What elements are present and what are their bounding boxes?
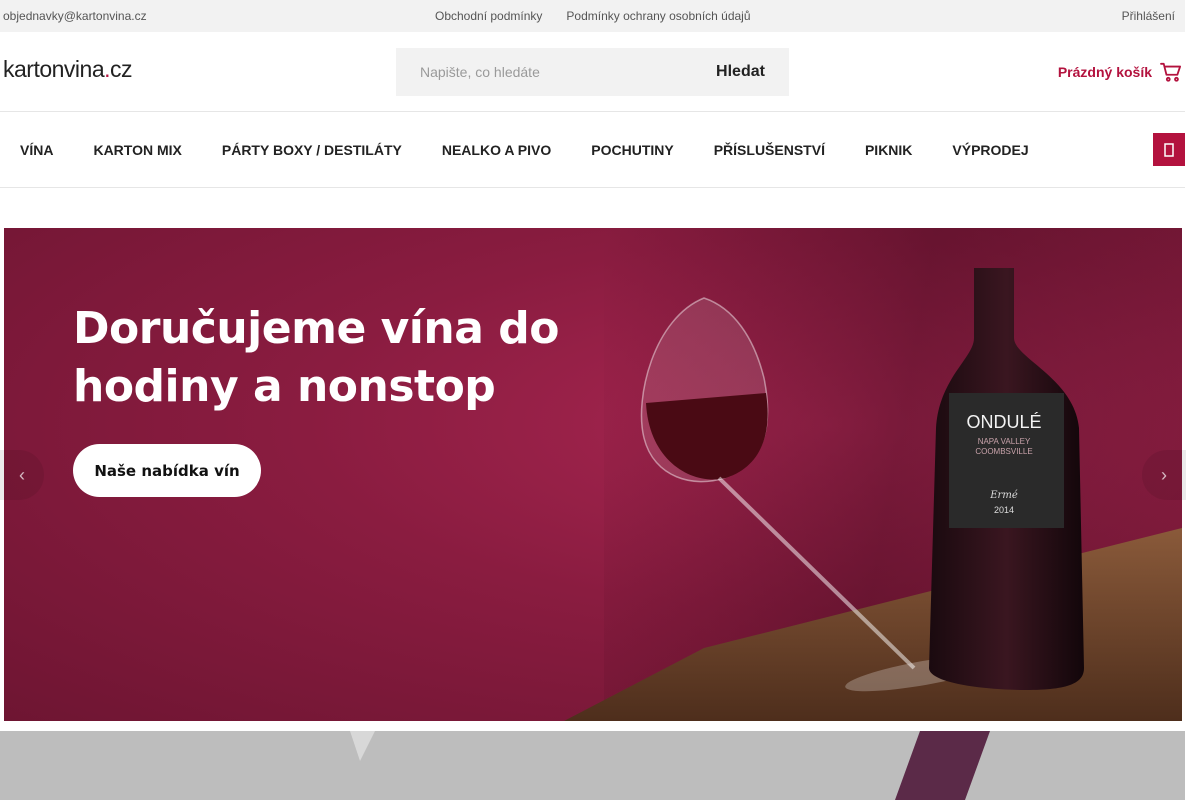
- nav-item-karton-mix[interactable]: KARTON MIX: [93, 142, 181, 158]
- menu-button[interactable]: [1153, 133, 1185, 166]
- search-box: Hledat: [396, 48, 789, 96]
- terms-link[interactable]: Obchodní podmínky: [435, 9, 542, 23]
- bottle-signature: Ermé: [989, 490, 1018, 501]
- cart-label: Prázdný košík: [1057, 64, 1152, 80]
- carousel-next-button[interactable]: ›: [1142, 450, 1186, 500]
- nav-item-piknik[interactable]: PIKNIK: [865, 142, 912, 158]
- nav-item-nealko-pivo[interactable]: NEALKO A PIVO: [442, 142, 551, 158]
- wine-bottle: ONDULÉ NAPA VALLEY COOMBSVILLE Ermé 2014: [929, 268, 1084, 690]
- top-links: Obchodní podmínky Podmínky ochrany osobn…: [435, 9, 751, 23]
- chevron-left-icon: ‹: [19, 464, 25, 485]
- hero-headline: Doručujeme vína do hodiny a nonstop: [73, 303, 559, 412]
- bottle-year: 2014: [994, 505, 1014, 515]
- bottle-region-1: NAPA VALLEY: [978, 437, 1031, 446]
- wooden-table: [564, 528, 1182, 721]
- site-logo[interactable]: kartonvina.cz: [3, 56, 133, 83]
- main-nav: VÍNA KARTON MIX PÁRTY BOXY / DESTILÁTY N…: [0, 113, 1185, 188]
- nav-item-pochutiny[interactable]: POCHUTINY: [591, 142, 673, 158]
- cart-link[interactable]: Prázdný košík: [1058, 62, 1182, 82]
- contact-email-link[interactable]: objednavky@kartonvina.cz: [3, 9, 147, 23]
- bottle-region-2: COOMBSVILLE: [975, 447, 1032, 456]
- nav-item-party-boxy[interactable]: PÁRTY BOXY / DESTILÁTY: [222, 142, 402, 158]
- nav-item-vyprodej[interactable]: VÝPRODEJ: [952, 142, 1028, 158]
- login-link[interactable]: Přihlášení: [1122, 9, 1175, 23]
- secondary-illustration: [350, 731, 990, 800]
- bottle-brand: ONDULÉ: [966, 412, 1041, 432]
- nav-item-vina[interactable]: VÍNA: [20, 142, 53, 158]
- search-button[interactable]: Hledat: [692, 48, 789, 96]
- secondary-banner: [0, 731, 1185, 800]
- nav-item-prislusenstvi[interactable]: PŘÍSLUŠENSTVÍ: [714, 142, 825, 158]
- menu-icon: [1164, 142, 1174, 157]
- privacy-link[interactable]: Podmínky ochrany osobních údajů: [566, 9, 750, 23]
- search-input[interactable]: [396, 48, 696, 96]
- site-header: kartonvina.cz Hledat Prázdný košík: [0, 32, 1185, 112]
- chevron-right-icon: ›: [1161, 464, 1167, 485]
- hero-banner: ONDULÉ NAPA VALLEY COOMBSVILLE Ermé 2014…: [4, 228, 1182, 721]
- cart-icon: [1160, 62, 1181, 82]
- top-bar: objednavky@kartonvina.cz Obchodní podmín…: [0, 0, 1185, 32]
- wine-offer-button[interactable]: Naše nabídka vín: [73, 444, 261, 497]
